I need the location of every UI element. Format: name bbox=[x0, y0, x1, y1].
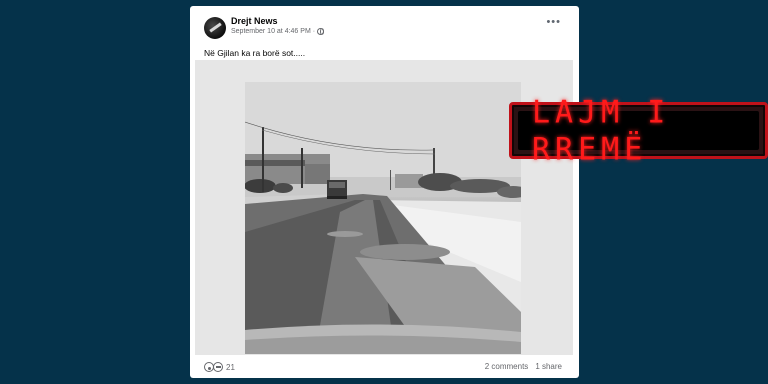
meta-separator: · bbox=[312, 28, 316, 35]
fake-news-badge-screen: LAJM I RREMË bbox=[518, 94, 759, 167]
reaction-count: 21 bbox=[226, 362, 235, 372]
post-meta: September 10 at 4:46 PM · bbox=[231, 28, 325, 35]
fake-news-label: LAJM I RREMË bbox=[532, 93, 671, 168]
engagement-counts: 2 comments 1 share bbox=[485, 362, 562, 371]
more-options-button[interactable]: ••• bbox=[546, 17, 561, 28]
shares-count-link[interactable]: 1 share bbox=[535, 362, 562, 371]
photo-drawing bbox=[245, 82, 521, 354]
fake-news-badge: LAJM I RREMË bbox=[509, 94, 768, 167]
post-footer: 21 2 comments 1 share bbox=[190, 358, 579, 378]
comments-count-link[interactable]: 2 comments bbox=[485, 362, 529, 371]
snowy-road-photo bbox=[245, 82, 521, 354]
globe-icon bbox=[317, 28, 325, 35]
page-name-link[interactable]: Drejt News bbox=[231, 16, 278, 26]
post-text: Në Gjilan ka ra borë sot..... bbox=[204, 48, 306, 58]
post-timestamp[interactable]: September 10 at 4:46 PM bbox=[231, 28, 311, 35]
facebook-post-card: Drejt News September 10 at 4:46 PM · •••… bbox=[190, 6, 579, 378]
reactions-summary[interactable]: 21 bbox=[204, 362, 235, 372]
page-avatar[interactable] bbox=[204, 17, 226, 39]
care-reaction-icon bbox=[213, 362, 223, 372]
